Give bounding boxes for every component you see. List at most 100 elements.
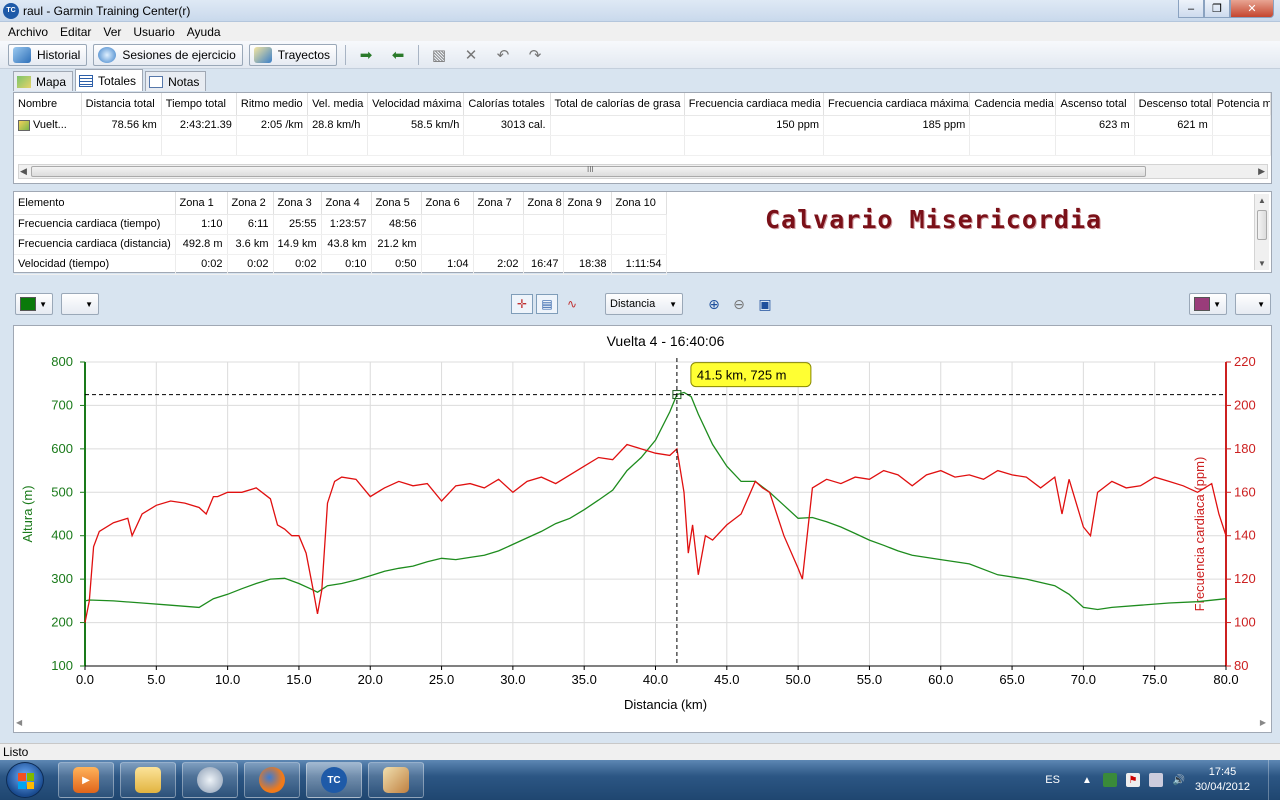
menu-ayuda[interactable]: Ayuda (181, 25, 227, 39)
col-vel-media[interactable]: Vel. media (307, 93, 369, 116)
x-tick-label: 55.0 (857, 672, 882, 687)
right-series-color-dropdown[interactable]: ▼ (1189, 293, 1227, 315)
split-view-button[interactable]: ▤ (536, 294, 558, 314)
col-tiempo[interactable]: Tiempo total (161, 93, 237, 116)
col-distancia[interactable]: Distancia total (81, 93, 162, 116)
tab-notas[interactable]: Notas (145, 71, 207, 91)
cell-fc-media: 150 ppm (684, 115, 825, 136)
scroll-thumb[interactable] (1257, 210, 1267, 240)
y-left-tick-label: 700 (51, 397, 73, 412)
right-series-dropdown[interactable]: ▼ (1235, 293, 1271, 315)
left-series-dropdown[interactable]: ▼ (61, 293, 99, 315)
x-axis-mode-select[interactable]: Distancia ▼ (605, 293, 683, 315)
col-calorias-grasa[interactable]: Total de calorías de grasa (550, 93, 685, 116)
col-zona-10[interactable]: Zona 10 (611, 192, 667, 215)
col-zona-5[interactable]: Zona 5 (371, 192, 422, 215)
network-icon[interactable] (1148, 773, 1163, 787)
menu-usuario[interactable]: Usuario (127, 25, 180, 39)
col-zona-6[interactable]: Zona 6 (421, 192, 474, 215)
scroll-left-icon[interactable]: ◀ (20, 166, 27, 177)
col-potencia[interactable]: Potencia m (1212, 93, 1272, 116)
delete-icon[interactable]: ✕ (457, 44, 485, 66)
x-tick-label: 0.0 (76, 672, 94, 687)
cell-zone (523, 234, 564, 255)
scroll-up-icon[interactable]: ▲ (1258, 196, 1266, 205)
cell-zone: 492.8 m (175, 234, 228, 255)
taskbar-firefox[interactable] (244, 762, 300, 798)
col-zona-2[interactable]: Zona 2 (227, 192, 274, 215)
table-row[interactable]: Velocidad (tiempo) 0:02 0:02 0:02 0:10 0… (14, 254, 667, 275)
send-to-device-icon[interactable]: ➡ (352, 44, 380, 66)
x-tick-label: 10.0 (215, 672, 240, 687)
restore-button[interactable]: ❐ (1204, 0, 1230, 18)
totals-table: Nombre Distancia total Tiempo total Ritm… (14, 93, 1272, 156)
tab-mapa[interactable]: Mapa (13, 71, 74, 91)
tab-mapa-label: Mapa (36, 74, 67, 89)
table-row[interactable]: Frecuencia cardiaca (tiempo) 1:10 6:11 2… (14, 214, 667, 235)
col-elemento[interactable]: Elemento (14, 192, 176, 215)
tab-totales[interactable]: Totales (75, 69, 144, 91)
col-ritmo[interactable]: Ritmo medio (236, 93, 309, 116)
undo-icon[interactable]: ↶ (489, 44, 517, 66)
minimize-button[interactable]: – (1178, 0, 1204, 18)
action-center-icon[interactable]: ⚑ (1125, 773, 1140, 787)
col-zona-1[interactable]: Zona 1 (175, 192, 228, 215)
chart-hscroll[interactable]: ◀ ▶ (16, 718, 1266, 730)
taskbar-network[interactable] (182, 762, 238, 798)
zoom-out-icon[interactable]: ⊖ (729, 294, 749, 314)
scroll-right-icon[interactable]: ▶ (1260, 718, 1266, 727)
taskbar-media-player[interactable]: ▶ (58, 762, 114, 798)
col-zona-7[interactable]: Zona 7 (473, 192, 524, 215)
zoom-fit-icon[interactable]: ▣ (755, 294, 775, 314)
receive-from-device-icon[interactable]: ⬅ (384, 44, 412, 66)
menu-ver[interactable]: Ver (97, 25, 127, 39)
col-fc-media[interactable]: Frecuencia cardiaca media (684, 93, 825, 116)
redo-icon[interactable]: ↷ (521, 44, 549, 66)
scroll-down-icon[interactable]: ▼ (1258, 259, 1266, 268)
cell-descenso: 621 m (1134, 115, 1213, 136)
security-icon[interactable] (1102, 773, 1117, 787)
table-row[interactable]: Frecuencia cardiaca (distancia) 492.8 m … (14, 234, 667, 255)
crosshair-toggle-button[interactable]: ✛ (511, 294, 533, 314)
language-indicator[interactable]: ES (1045, 774, 1060, 786)
totals-horizontal-scrollbar[interactable]: ◀ III ▶ (18, 164, 1268, 179)
col-descenso[interactable]: Descenso total (1134, 93, 1213, 116)
scroll-thumb[interactable]: III (31, 165, 1146, 177)
volume-icon[interactable]: 🔊 (1172, 773, 1186, 787)
device-icon[interactable]: ▧ (425, 44, 453, 66)
graph-mode-button[interactable]: ∿ (561, 294, 583, 314)
taskbar-paint[interactable] (368, 762, 424, 798)
col-zona-8[interactable]: Zona 8 (523, 192, 564, 215)
cell-zone: 43.8 km (321, 234, 372, 255)
close-button[interactable]: ✕ (1230, 0, 1274, 18)
col-cadencia[interactable]: Cadencia media (969, 93, 1057, 116)
historial-button[interactable]: Historial (8, 43, 88, 66)
taskbar-training-center[interactable]: TC (306, 762, 362, 798)
clock[interactable]: 17:45 30/04/2012 (1195, 765, 1250, 795)
scroll-right-icon[interactable]: ▶ (1258, 166, 1265, 177)
col-zona-9[interactable]: Zona 9 (563, 192, 612, 215)
zoom-in-icon[interactable]: ⊕ (704, 294, 724, 314)
show-hidden-icons-icon[interactable]: ▲ (1080, 773, 1094, 787)
elevation-hr-chart[interactable]: 0.0 5.0 10.0 15.0 20.0 25.0 30.0 35.0 40.0 45.0 50… (13, 325, 1272, 733)
menu-editar[interactable]: Editar (54, 25, 97, 39)
show-desktop-button[interactable] (1268, 760, 1280, 800)
zones-vertical-scrollbar[interactable]: ▲ ▼ (1254, 194, 1269, 270)
taskbar-explorer[interactable] (120, 762, 176, 798)
col-zona-3[interactable]: Zona 3 (273, 192, 322, 215)
start-button[interactable] (6, 762, 44, 798)
col-ascenso[interactable]: Ascenso total (1055, 93, 1135, 116)
col-calorias[interactable]: Calorías totales (463, 93, 551, 116)
col-vel-max[interactable]: Velocidad máxima (367, 93, 465, 116)
col-nombre[interactable]: Nombre (14, 93, 82, 116)
scroll-left-icon[interactable]: ◀ (16, 718, 22, 727)
col-zona-4[interactable]: Zona 4 (321, 192, 372, 215)
sesiones-button[interactable]: Sesiones de ejercicio (93, 43, 243, 66)
col-fc-max[interactable]: Frecuencia cardiaca máxima (823, 93, 971, 116)
chart-svg[interactable]: 0.0 5.0 10.0 15.0 20.0 25.0 30.0 35.0 40.0 45.0 50… (14, 326, 1271, 732)
trayectos-button[interactable]: Trayectos (248, 43, 337, 66)
cell-distancia: 78.56 km (81, 115, 162, 136)
table-row[interactable]: Vuelt... 78.56 km 2:43:21.39 2:05 /km 28… (14, 115, 1272, 136)
left-series-color-dropdown[interactable]: ▼ (15, 293, 53, 315)
menu-archivo[interactable]: Archivo (2, 25, 54, 39)
